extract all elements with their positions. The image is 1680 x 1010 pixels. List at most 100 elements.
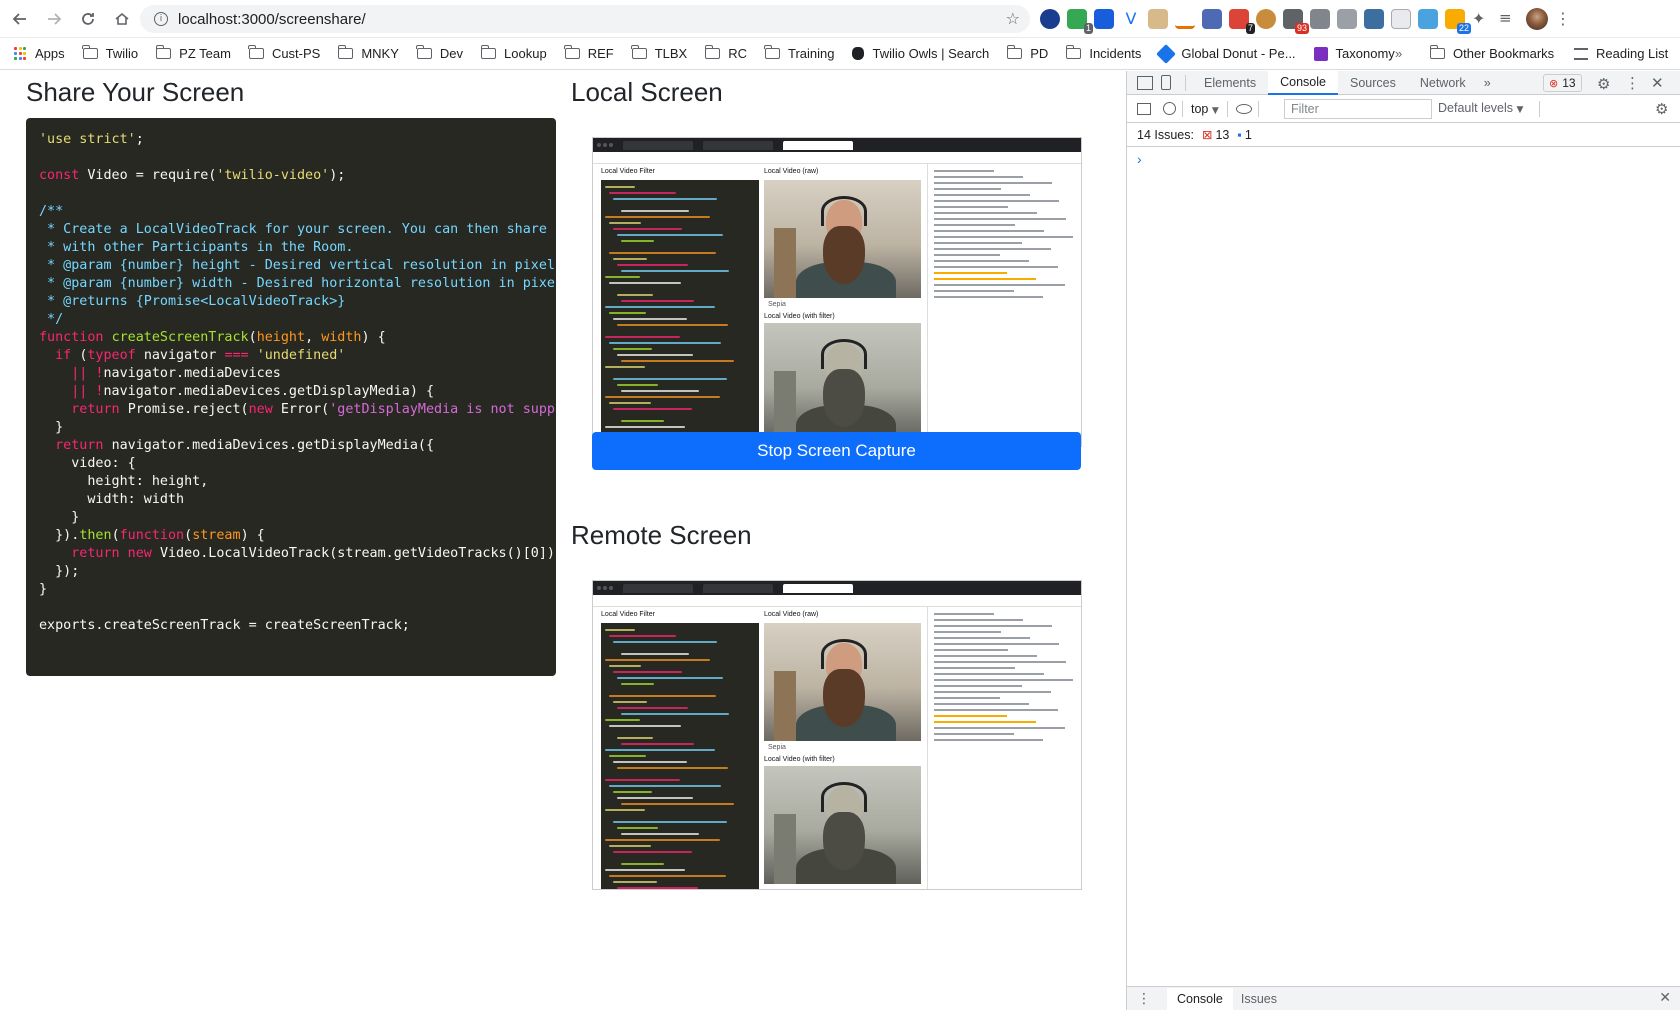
console-filter-input[interactable]: Filter: [1284, 99, 1432, 119]
log-levels-dropdown[interactable]: Default levels ▼: [1438, 101, 1523, 115]
dictionary-icon[interactable]: [1364, 9, 1384, 29]
bookmark-folder[interactable]: Cust-PS: [248, 45, 320, 61]
bookmark-folder[interactable]: REF: [564, 45, 614, 61]
bookmark-folder[interactable]: PD: [1006, 45, 1049, 61]
browser-toolbar: i localhost:3000/screenshare/ ☆ 1 V 7 93…: [0, 0, 1680, 38]
mini-webcam-video: [764, 180, 921, 298]
bookmark-folder[interactable]: Incidents: [1065, 45, 1141, 61]
bookmark-folder[interactable]: TLBX: [631, 45, 687, 61]
more-tabs-button[interactable]: »: [1478, 71, 1497, 95]
bookmark-folder[interactable]: Lookup: [480, 45, 547, 61]
home-button[interactable]: [108, 5, 136, 33]
code-token: width: [321, 330, 362, 345]
cookie-icon[interactable]: [1256, 9, 1276, 29]
avatar[interactable]: [1526, 8, 1548, 30]
reading-list-button[interactable]: Reading List: [1574, 46, 1668, 61]
badge: 22: [1456, 23, 1471, 34]
issues-bar[interactable]: 14 Issues: ⊠ 13 ▪ 1: [1127, 123, 1680, 147]
extension-brush-icon[interactable]: [1175, 9, 1195, 29]
extension-box-icon[interactable]: [1148, 9, 1168, 29]
divider: [1539, 101, 1540, 117]
settings-gear-icon[interactable]: ⚙: [1597, 75, 1610, 93]
extension-picture-icon[interactable]: [1418, 9, 1438, 29]
mini-webcam-video: [764, 623, 921, 741]
extension-calendar-icon[interactable]: 93: [1283, 9, 1309, 34]
tab-network[interactable]: Network: [1408, 71, 1478, 95]
issues-info-icon: ▪: [1237, 127, 1242, 142]
stop-screen-capture-button[interactable]: Stop Screen Capture: [592, 432, 1081, 470]
todoist-icon[interactable]: 7: [1229, 9, 1255, 34]
code-token: (: [248, 330, 257, 345]
extension-green-icon[interactable]: 1: [1067, 9, 1093, 34]
eye-icon[interactable]: [1235, 103, 1252, 114]
code-token: (: [184, 528, 193, 543]
code-line: }: [39, 580, 543, 598]
tab-elements[interactable]: Elements: [1192, 71, 1268, 95]
kebab-menu-icon[interactable]: ⋮: [1555, 9, 1575, 29]
bookmark-apps[interactable]: Apps: [14, 46, 65, 61]
url-text: localhost:3000/screenshare/: [178, 10, 366, 28]
folder-icon: [248, 45, 264, 59]
error-count-badge[interactable]: ⊗ 13: [1543, 74, 1582, 92]
close-icon[interactable]: ✕: [1651, 74, 1664, 92]
puzzle-icon[interactable]: ✦: [1472, 9, 1492, 29]
code-line: 'use strict';: [39, 130, 543, 148]
bookmark-folder[interactable]: MNKY: [337, 45, 399, 61]
reload-button[interactable]: [74, 5, 102, 33]
folder-icon: [82, 45, 98, 59]
error-count: 13: [1562, 76, 1576, 90]
context-selector[interactable]: top ▼: [1191, 102, 1219, 116]
close-drawer-icon[interactable]: ✕: [1659, 990, 1671, 1006]
extension-gray-icon[interactable]: [1310, 9, 1330, 29]
folder-icon: [631, 45, 647, 59]
extension-circle-icon[interactable]: [1040, 9, 1060, 29]
bookmark-other[interactable]: Other Bookmarks: [1429, 45, 1554, 61]
bookmark-star-icon[interactable]: ☆: [1006, 9, 1020, 28]
rss-icon[interactable]: 22: [1445, 9, 1471, 34]
search-extension-icon[interactable]: [1337, 9, 1357, 29]
inspect-icon[interactable]: [1137, 75, 1153, 90]
code-token: 'getDisplayMedia is not suppor: [329, 402, 556, 417]
extension-v-icon[interactable]: V: [1121, 9, 1141, 29]
code-token: }: [39, 420, 64, 435]
console-settings-gear-icon[interactable]: ⚙: [1655, 100, 1668, 118]
tab-sources[interactable]: Sources: [1338, 71, 1408, 95]
bookmark-folder[interactable]: RC: [704, 45, 747, 61]
device-toolbar-icon[interactable]: [1161, 75, 1171, 90]
code-token: navigator.mediaDevices: [103, 366, 281, 381]
address-bar[interactable]: i localhost:3000/screenshare/ ☆: [140, 5, 1030, 33]
drawer-menu-icon[interactable]: ⋮: [1137, 991, 1151, 1007]
mini-address-bar: [593, 152, 1081, 164]
forward-button[interactable]: [40, 5, 68, 33]
extension-calc-icon[interactable]: [1202, 9, 1222, 29]
code-token: /**: [39, 204, 64, 219]
code-line: || !navigator.mediaDevices.getDisplayMed…: [39, 382, 543, 400]
bookmark-folder[interactable]: PZ Team: [155, 45, 231, 61]
drawer-tab-issues[interactable]: Issues: [1241, 992, 1277, 1006]
code-token: then: [79, 528, 112, 543]
clear-console-icon[interactable]: [1163, 102, 1176, 115]
back-button[interactable]: [6, 5, 34, 33]
page-content: Share Your Screen 'use strict'; const Vid…: [0, 71, 1126, 1010]
bookmark-donut[interactable]: Global Donut - Pe...: [1156, 43, 1296, 64]
folder-icon: [155, 45, 172, 59]
bookmark-taxonomy[interactable]: Taxonomy: [1313, 46, 1395, 61]
code-token: ===: [224, 348, 257, 363]
bookmark-owls[interactable]: Twilio Owls | Search: [852, 46, 989, 61]
drawer-tab-console[interactable]: Console: [1167, 987, 1233, 1010]
info-icon[interactable]: i: [154, 12, 168, 26]
tab-console[interactable]: Console: [1268, 70, 1338, 95]
bookmark-folder[interactable]: Dev: [416, 45, 463, 61]
bookmark-folder[interactable]: Twilio: [82, 45, 138, 61]
reading-list-icon[interactable]: ≡: [1499, 9, 1519, 29]
kebab-menu-icon[interactable]: ⋮: [1625, 74, 1640, 92]
console-prompt[interactable]: ›: [1127, 147, 1680, 171]
reload-icon: [82, 12, 94, 25]
sidebar-toggle-icon[interactable]: [1137, 102, 1151, 115]
more-bookmarks-button[interactable]: »: [1395, 46, 1402, 61]
extension-doc-icon[interactable]: [1391, 9, 1411, 29]
bitwarden-icon[interactable]: [1094, 9, 1114, 29]
bookmark-label: PD: [1030, 46, 1049, 61]
code-line: */: [39, 310, 543, 328]
bookmark-folder[interactable]: Training: [764, 45, 834, 61]
